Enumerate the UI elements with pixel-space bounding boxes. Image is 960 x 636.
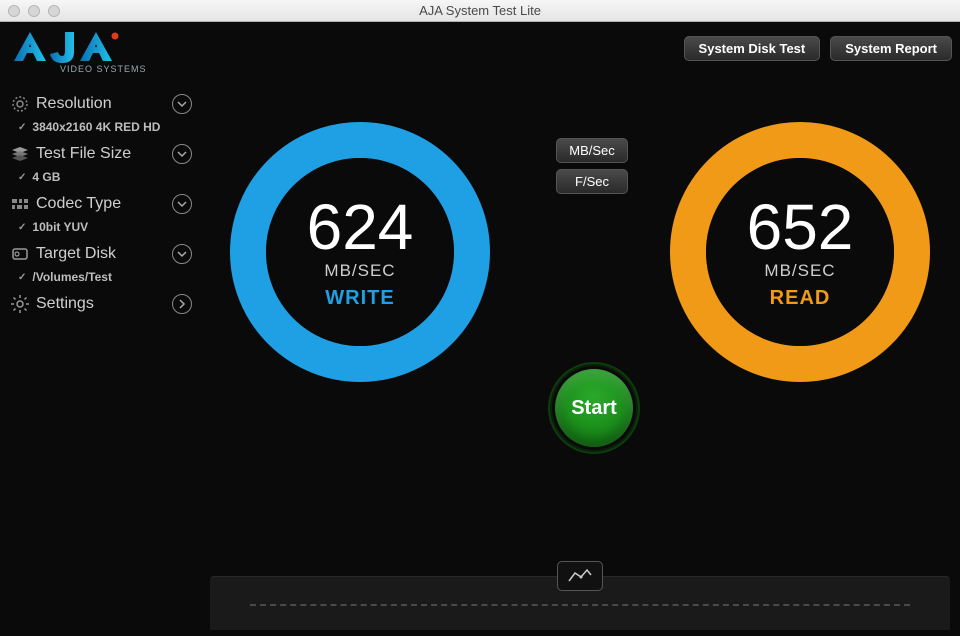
write-unit: MB/SEC <box>324 261 395 281</box>
file-size-value-row: ✓ 4 GB <box>18 170 200 184</box>
check-icon: ✓ <box>18 172 26 183</box>
file-size-dropdown[interactable]: Test File Size <box>8 142 200 166</box>
window-controls <box>8 5 60 17</box>
window-title: AJA System Test Lite <box>0 3 960 18</box>
write-label: WRITE <box>325 287 394 310</box>
start-button-wrap: Start <box>548 362 640 454</box>
codec-value-row: ✓ 10bit YUV <box>18 220 200 234</box>
check-icon: ✓ <box>18 122 26 133</box>
graph-toggle-button[interactable] <box>557 561 603 591</box>
target-value-row: ✓ /Volumes/Test <box>18 270 200 284</box>
codec-value: 10bit YUV <box>32 220 88 234</box>
sidebar: Resolution ✓ 3840x2160 4K RED HD <box>0 22 200 636</box>
chevron-right-icon <box>172 294 192 314</box>
read-label: READ <box>770 287 831 310</box>
chevron-down-icon <box>172 194 192 214</box>
codec-icon <box>10 194 30 214</box>
minimize-window-button[interactable] <box>28 5 40 17</box>
sidebar-settings: Settings <box>8 292 200 316</box>
resolution-label: Resolution <box>36 95 112 113</box>
check-icon: ✓ <box>18 222 26 233</box>
check-icon: ✓ <box>18 272 26 283</box>
line-chart-icon <box>567 567 593 585</box>
gauges-row: 624 MB/SEC WRITE 652 MB/SEC READ <box>220 122 940 382</box>
target-dropdown[interactable]: Target Disk <box>8 242 200 266</box>
gear-icon <box>10 294 30 314</box>
settings-label: Settings <box>36 295 94 313</box>
file-size-label: Test File Size <box>36 145 131 163</box>
resolution-value-row: ✓ 3840x2160 4K RED HD <box>18 120 200 134</box>
close-window-button[interactable] <box>8 5 20 17</box>
header-row: VIDEO SYSTEMS System Disk Test System Re… <box>10 28 952 84</box>
brand-subtitle: VIDEO SYSTEMS <box>60 64 147 74</box>
resolution-dropdown[interactable]: Resolution <box>8 92 200 116</box>
chevron-down-icon <box>172 144 192 164</box>
read-gauge: 652 MB/SEC READ <box>660 122 940 382</box>
stack-icon <box>10 144 30 164</box>
write-value: 624 <box>307 195 414 259</box>
system-disk-test-button[interactable]: System Disk Test <box>684 36 821 61</box>
codec-dropdown[interactable]: Codec Type <box>8 192 200 216</box>
zoom-window-button[interactable] <box>48 5 60 17</box>
app-body: VIDEO SYSTEMS System Disk Test System Re… <box>0 22 960 636</box>
chevron-down-icon <box>172 94 192 114</box>
file-size-value: 4 GB <box>32 170 60 184</box>
brand-logo: VIDEO SYSTEMS <box>10 28 150 74</box>
read-unit: MB/SEC <box>764 261 835 281</box>
start-button[interactable]: Start <box>555 369 633 447</box>
target-value: /Volumes/Test <box>32 270 112 284</box>
sidebar-target: Target Disk ✓ /Volumes/Test <box>8 242 200 284</box>
graph-baseline <box>250 604 910 606</box>
graph-panel <box>210 576 950 630</box>
sidebar-file-size: Test File Size ✓ 4 GB <box>8 142 200 184</box>
sidebar-codec: Codec Type ✓ 10bit YUV <box>8 192 200 234</box>
target-label: Target Disk <box>36 245 116 263</box>
read-value: 652 <box>747 195 854 259</box>
main-panel: MB/Sec F/Sec 624 MB/SEC WRITE <box>200 22 960 636</box>
write-gauge: 624 MB/SEC WRITE <box>220 122 500 382</box>
chevron-down-icon <box>172 244 192 264</box>
system-report-button[interactable]: System Report <box>830 36 952 61</box>
sidebar-resolution: Resolution ✓ 3840x2160 4K RED HD <box>8 92 200 134</box>
settings-button[interactable]: Settings <box>8 292 200 316</box>
titlebar: AJA System Test Lite <box>0 0 960 22</box>
top-buttons: System Disk Test System Report <box>684 36 952 61</box>
resolution-icon <box>10 94 30 114</box>
codec-label: Codec Type <box>36 195 121 213</box>
resolution-value: 3840x2160 4K RED HD <box>32 120 160 134</box>
disk-icon <box>10 244 30 264</box>
